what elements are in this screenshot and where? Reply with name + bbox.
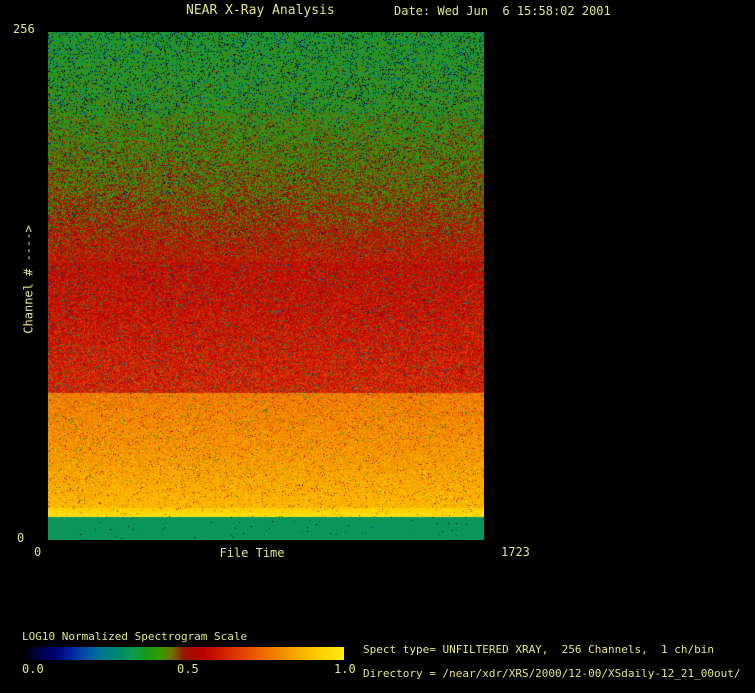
colorbar-tick-mid: 0.5 [177, 663, 199, 676]
x-axis-title: File Time [48, 546, 456, 560]
page-title: NEAR X-Ray Analysis [186, 4, 335, 18]
near-xray-analysis-window: NEAR X-Ray Analysis Date: Wed Jun 6 15:5… [0, 0, 755, 693]
y-axis-title: Channel # ----> [22, 205, 37, 355]
spect-type-line: Spect type= UNFILTERED XRAY, 256 Channel… [363, 644, 714, 656]
colorbar-gradient [22, 647, 344, 660]
spectrogram-heatmap [48, 32, 484, 540]
colorbar-title: LOG10 Normalized Spectrogram Scale [22, 631, 247, 643]
x-axis-max-tick: 1723 [501, 546, 530, 559]
y-axis-min-tick: 0 [17, 532, 24, 545]
date-label: Date: Wed Jun 6 15:58:02 2001 [394, 5, 611, 18]
colorbar-tick-max: 1.0 [334, 663, 356, 676]
y-axis-max-tick: 256 [13, 23, 35, 36]
x-axis-min-tick: 0 [34, 546, 41, 559]
colorbar-tick-min: 0.0 [22, 663, 44, 676]
directory-line: Directory = /near/xdr/XRS/2000/12-00/XSd… [363, 668, 741, 680]
